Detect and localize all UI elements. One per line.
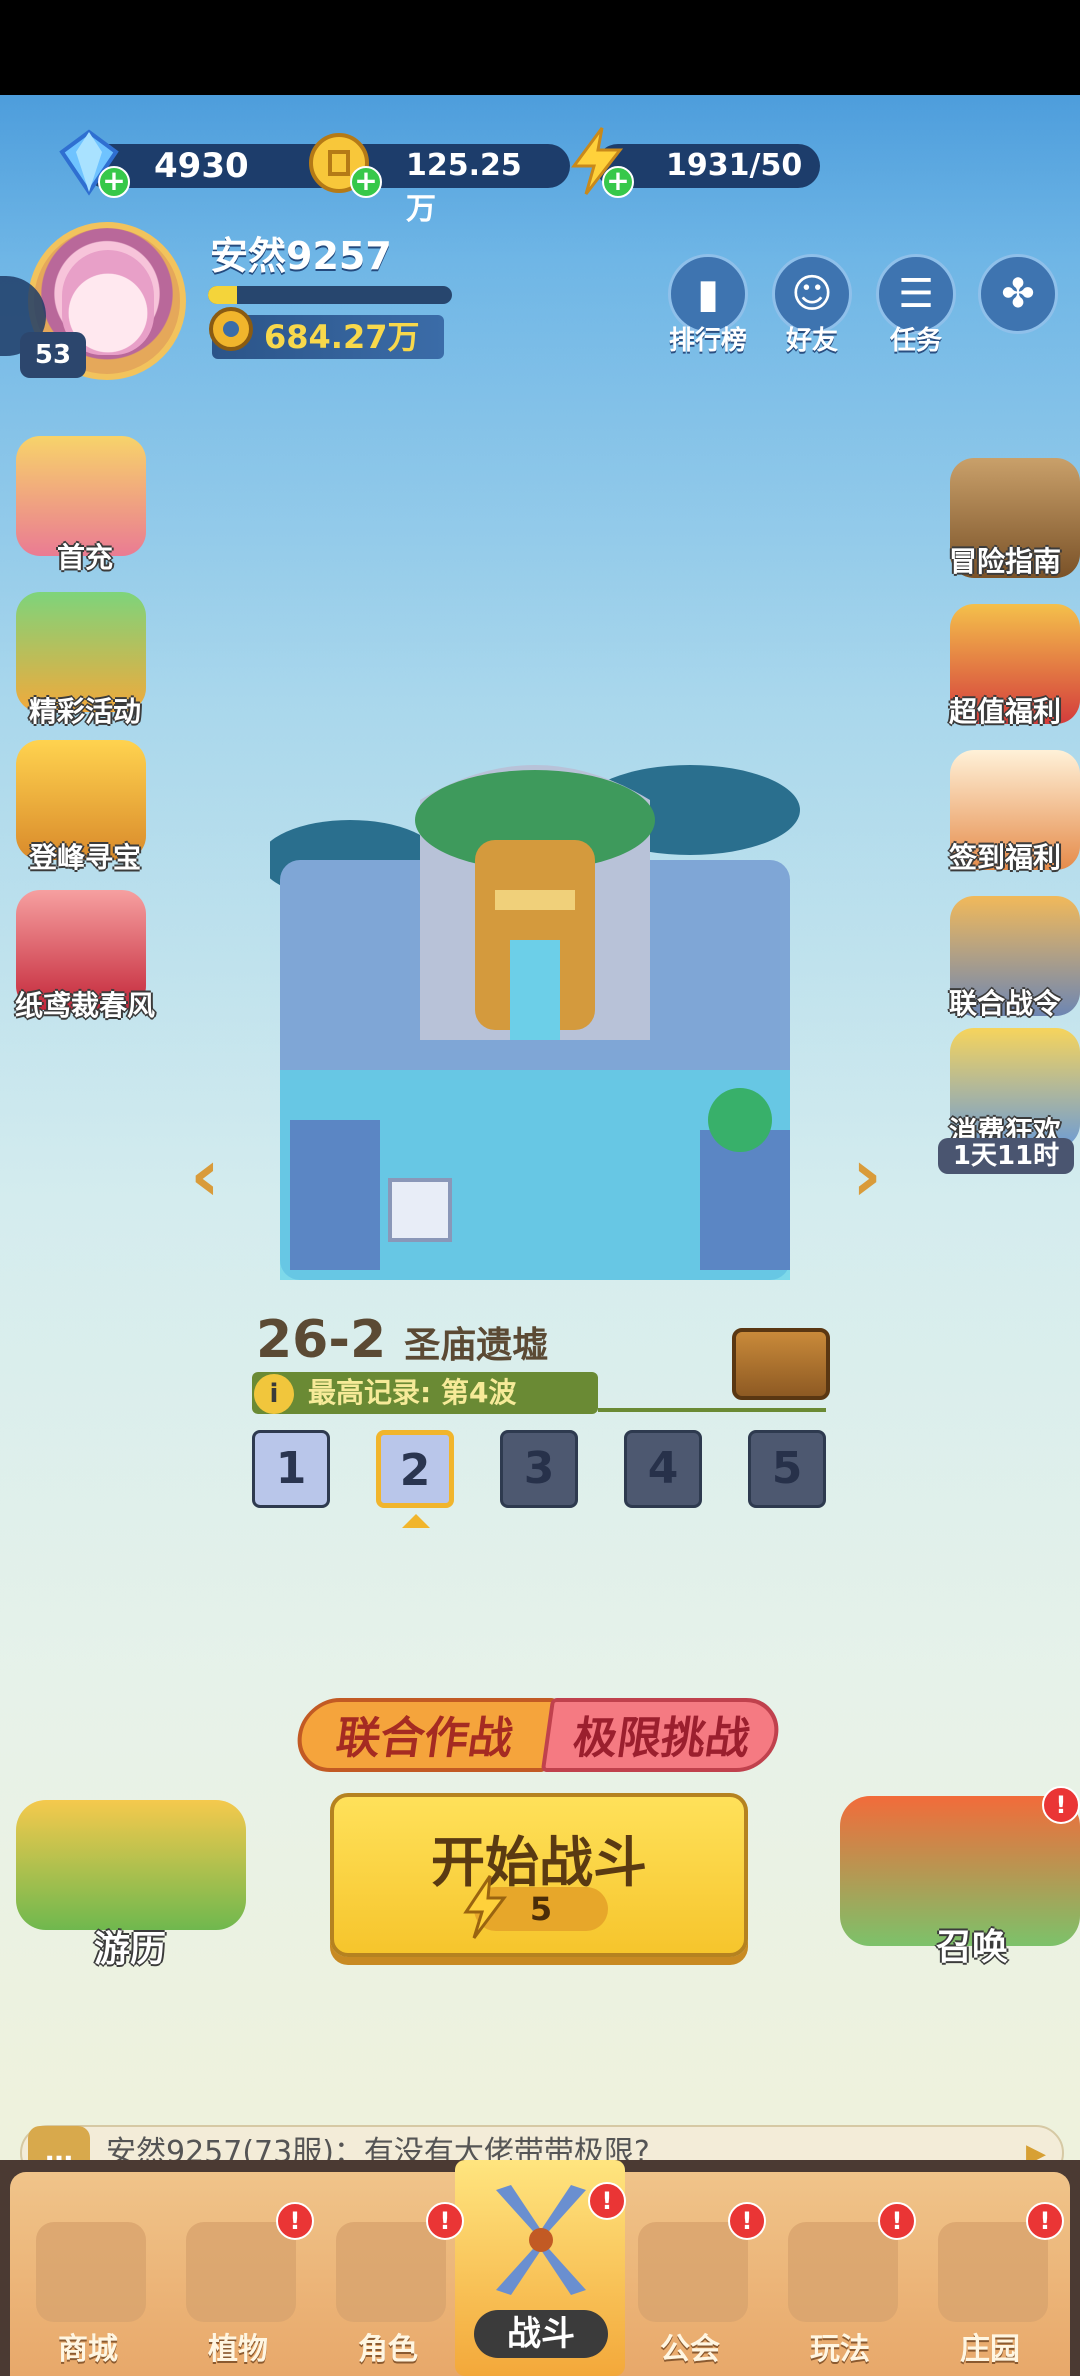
record-bar: 最高记录: 第4波 — [252, 1372, 598, 1414]
manor-alert-badge: ! — [1026, 2202, 1064, 2240]
start-battle-label: 开始战斗 — [431, 1831, 647, 1894]
kite-label: 纸鸢裁春风 — [14, 989, 155, 1022]
add-gold-icon[interactable]: + — [350, 166, 382, 198]
level-5-button[interactable]: 5 — [748, 1430, 826, 1508]
gamepad-icon: ✤ — [978, 254, 1058, 334]
rank-button[interactable]: ▮ 排行榜 — [668, 254, 748, 356]
treasure-pile-icon — [16, 1800, 246, 1930]
player-name: 安然9257 — [210, 234, 392, 278]
guild-alert-badge: ! — [728, 2202, 766, 2240]
friends-button[interactable]: ☺ 好友 — [772, 254, 852, 356]
gem-value: 4930 — [154, 146, 249, 186]
record-underline — [598, 1408, 826, 1412]
plant-icon — [186, 2222, 296, 2322]
character-icon — [336, 2222, 446, 2322]
prev-stage-arrow[interactable]: ‹ — [180, 1139, 230, 1211]
current-level-indicator — [402, 1514, 430, 1528]
welfare-label: 超值福利 — [948, 695, 1061, 728]
energy-cost-value: 5 — [529, 1890, 553, 1928]
coop-mode-label: 联合作战 — [332, 1713, 517, 1764]
energy-value: 1931/50 — [666, 148, 803, 183]
coop-mode-tab[interactable]: 联合作战 — [292, 1698, 558, 1772]
record-text: 最高记录: 第4波 — [308, 1376, 517, 1409]
manor-icon — [938, 2222, 1048, 2322]
level-3-button[interactable]: 3 — [500, 1430, 578, 1508]
treasure-chest-icon[interactable] — [732, 1328, 830, 1400]
nav-manor[interactable]: ! 庄园 — [920, 2202, 1070, 2376]
roles-alert-badge: ! — [426, 2202, 464, 2240]
stage-illustration[interactable] — [270, 740, 800, 1290]
battle-pass-label: 联合战令 — [948, 987, 1061, 1020]
stage-title: 26-2 圣庙遗墟 — [256, 1310, 548, 1370]
add-energy-icon[interactable]: + — [602, 166, 634, 198]
windmill-icon — [496, 2185, 586, 2295]
limit-mode-label: 极限挑战 — [569, 1713, 754, 1764]
guild-icon — [638, 2222, 748, 2322]
level-4-button[interactable]: 4 — [624, 1430, 702, 1508]
nav-shop[interactable]: 商城 — [18, 2212, 168, 2376]
summon-alert-badge: ! — [1042, 1786, 1080, 1824]
guide-label: 冒险指南 — [948, 545, 1061, 578]
limit-mode-tab[interactable]: 极限挑战 — [540, 1698, 784, 1772]
nav-roles[interactable]: ! 角色 — [318, 2202, 468, 2376]
rank-label: 排行榜 — [668, 326, 747, 356]
nav-guild[interactable]: ! 公会 — [620, 2202, 770, 2376]
plants-alert-badge: ! — [276, 2202, 314, 2240]
tasks-button[interactable]: ☰ 任务 — [876, 254, 956, 356]
power-icon — [209, 307, 253, 351]
play-alert-badge: ! — [878, 2202, 916, 2240]
energy-cost-icon — [463, 1875, 507, 1939]
nav-roles-label: 角色 — [358, 2332, 418, 2367]
nav-guild-label: 公会 — [660, 2332, 720, 2367]
info-icon[interactable]: i — [254, 1374, 294, 1414]
nav-manor-label: 庄园 — [960, 2332, 1020, 2367]
power-value: 684.27万 — [264, 318, 420, 356]
shop-icon — [36, 2222, 146, 2322]
level-2-button[interactable]: 2 — [376, 1430, 454, 1508]
nav-plants-label: 植物 — [208, 2332, 268, 2367]
friends-label: 好友 — [785, 326, 838, 356]
more-button[interactable]: ✤ — [978, 254, 1058, 334]
stage-name: 圣庙遗墟 — [404, 1325, 549, 1366]
first-charge-label: 首充 — [56, 541, 113, 574]
play-icon — [788, 2222, 898, 2322]
treasure-label: 登峰寻宝 — [28, 841, 141, 874]
nav-play-label: 玩法 — [810, 2332, 870, 2367]
nav-battle[interactable]: ! 战斗 — [466, 2180, 626, 2358]
summon-label: 召唤 — [935, 1927, 1008, 1968]
add-gems-icon[interactable]: + — [98, 166, 130, 198]
level-badge: 53 — [20, 332, 86, 378]
tasks-label: 任务 — [889, 326, 942, 356]
status-bar — [0, 0, 1080, 95]
signin-label: 签到福利 — [948, 841, 1061, 874]
nav-battle-label: 战斗 — [474, 2310, 608, 2358]
events-label: 精彩活动 — [28, 695, 141, 728]
nav-play[interactable]: ! 玩法 — [770, 2202, 920, 2376]
spend-timer: 1天11时 — [938, 1138, 1074, 1174]
next-stage-arrow[interactable]: › — [842, 1139, 892, 1211]
gold-value: 125.25万 — [406, 148, 522, 227]
nav-plants[interactable]: ! 植物 — [168, 2202, 318, 2376]
stage-number: 26-2 — [256, 1310, 387, 1370]
nav-shop-label: 商城 — [58, 2332, 118, 2367]
travel-label: 游历 — [93, 1929, 166, 1970]
level-1-button[interactable]: 1 — [252, 1430, 330, 1508]
